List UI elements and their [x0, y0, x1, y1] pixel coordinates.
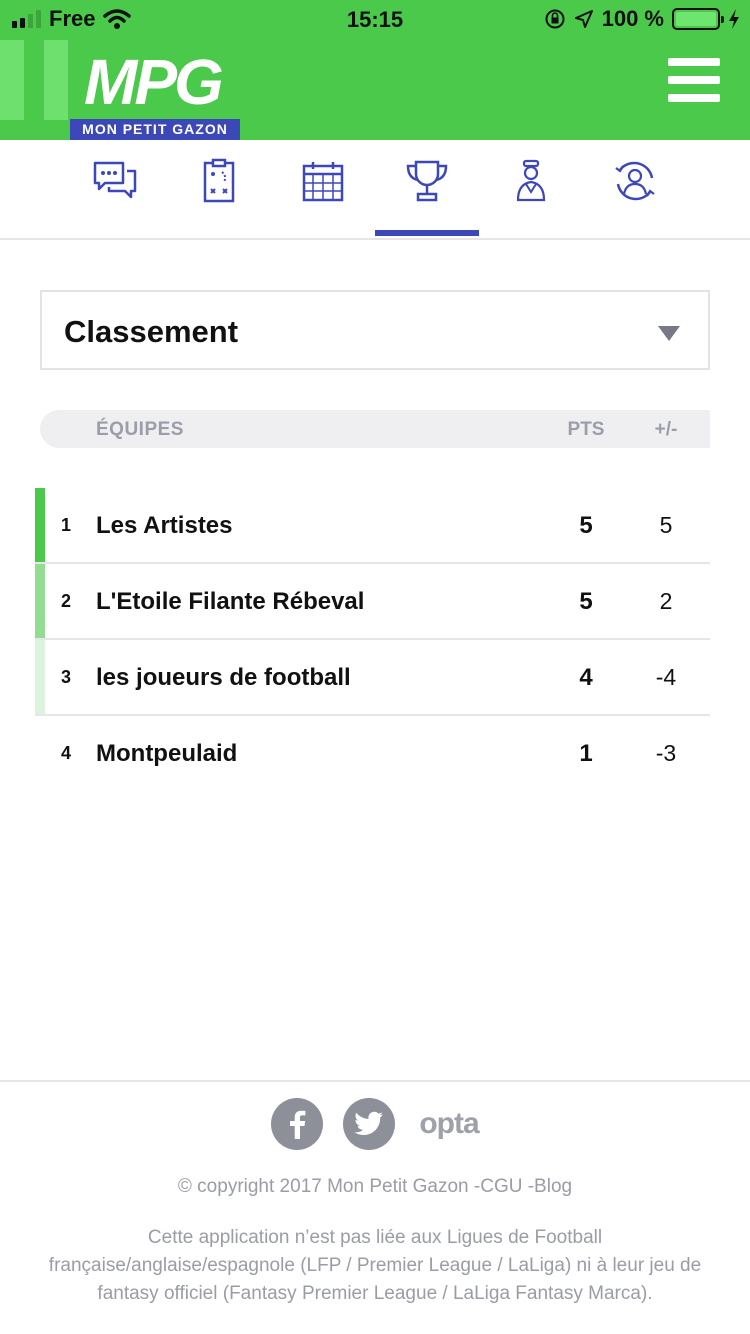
- tab-tactics[interactable]: [167, 158, 271, 238]
- team-points: 1: [579, 740, 593, 767]
- tab-calendar[interactable]: [271, 158, 375, 238]
- twitter-icon: [354, 1111, 384, 1135]
- logo[interactable]: MPG: [84, 46, 224, 118]
- hamburger-icon: [668, 58, 720, 66]
- tab-profile[interactable]: [583, 158, 687, 238]
- rank-number: 1: [61, 515, 72, 535]
- header-stripe: [0, 40, 24, 120]
- app-header: MPG MON PETIT GAZON: [0, 40, 750, 140]
- team-goal-diff: 5: [659, 512, 673, 538]
- table-row[interactable]: 4 Montpeulaid 1 -3: [35, 716, 710, 792]
- team-name: L'Etoile Filante Rébeval: [96, 588, 365, 615]
- rank-marker: [35, 640, 45, 714]
- facebook-link[interactable]: [271, 1098, 324, 1150]
- user-circle-icon: [615, 161, 655, 201]
- team-points: 5: [579, 512, 593, 539]
- logo-subtitle: MON PETIT GAZON: [70, 119, 240, 140]
- team-name: Montpeulaid: [96, 740, 238, 767]
- ranking-type-select[interactable]: Classement: [40, 290, 710, 370]
- team-points: 5: [579, 588, 593, 615]
- tab-players[interactable]: [479, 158, 583, 238]
- facebook-icon: [290, 1110, 306, 1139]
- tab-chat[interactable]: [63, 158, 167, 238]
- rank-marker: [35, 488, 45, 562]
- calendar-icon: [302, 162, 344, 202]
- orientation-lock-icon: [545, 9, 565, 29]
- rank-marker: [35, 716, 45, 792]
- table-row[interactable]: 3 les joueurs de football 4 -4: [35, 640, 710, 716]
- ranking-table: 1 Les Artistes 5 5 2 L'Etoile Filante Ré…: [35, 488, 710, 792]
- social-links: opta: [0, 1098, 750, 1150]
- chevron-down-icon: [658, 326, 680, 341]
- location-icon: [574, 10, 593, 28]
- column-header-teams[interactable]: ÉQUIPES: [96, 419, 184, 441]
- column-header-points[interactable]: PTS: [546, 419, 626, 441]
- status-bar: Free 15:15 100 %: [0, 0, 750, 40]
- header-stripe: [44, 40, 68, 120]
- menu-button[interactable]: [668, 58, 720, 102]
- rank-number: 4: [61, 743, 72, 763]
- section-tabs: [0, 140, 750, 240]
- tab-ranking[interactable]: [375, 158, 479, 238]
- copyright-text: © copyright 2017 Mon Petit Gazon -CGU -B…: [177, 1176, 573, 1197]
- table-row[interactable]: 2 L'Etoile Filante Rébeval 5 2: [35, 564, 710, 640]
- tactics-board-icon: [203, 158, 235, 203]
- opta-logo[interactable]: opta: [419, 1107, 479, 1141]
- twitter-link[interactable]: [343, 1098, 396, 1150]
- battery-icon: [672, 8, 724, 30]
- team-name: Les Artistes: [96, 512, 233, 539]
- team-goal-diff: -4: [655, 664, 677, 690]
- rank-number: 3: [61, 667, 72, 687]
- column-header-diff[interactable]: +/-: [626, 419, 706, 441]
- rank-marker: [35, 564, 45, 638]
- select-value: Classement: [64, 314, 239, 349]
- table-row[interactable]: 1 Les Artistes 5 5: [35, 488, 710, 564]
- chat-bubbles-icon: [93, 161, 137, 199]
- charging-icon: [729, 9, 739, 29]
- player-bust-icon: [516, 159, 546, 202]
- disclaimer-text: Cette application n’est pas liée aux Lig…: [48, 1227, 702, 1304]
- footer: opta © copyright 2017 Mon Petit Gazon -C…: [0, 1080, 750, 1334]
- trophy-icon: [406, 160, 448, 202]
- battery-percent: 100 %: [601, 6, 664, 31]
- team-name: les joueurs de football: [96, 664, 351, 691]
- table-header: ÉQUIPES PTS +/-: [40, 410, 710, 448]
- team-goal-diff: -3: [655, 740, 677, 766]
- team-points: 4: [579, 664, 593, 691]
- rank-number: 2: [61, 591, 72, 611]
- status-right: 100 %: [544, 6, 740, 32]
- team-goal-diff: 2: [659, 588, 673, 614]
